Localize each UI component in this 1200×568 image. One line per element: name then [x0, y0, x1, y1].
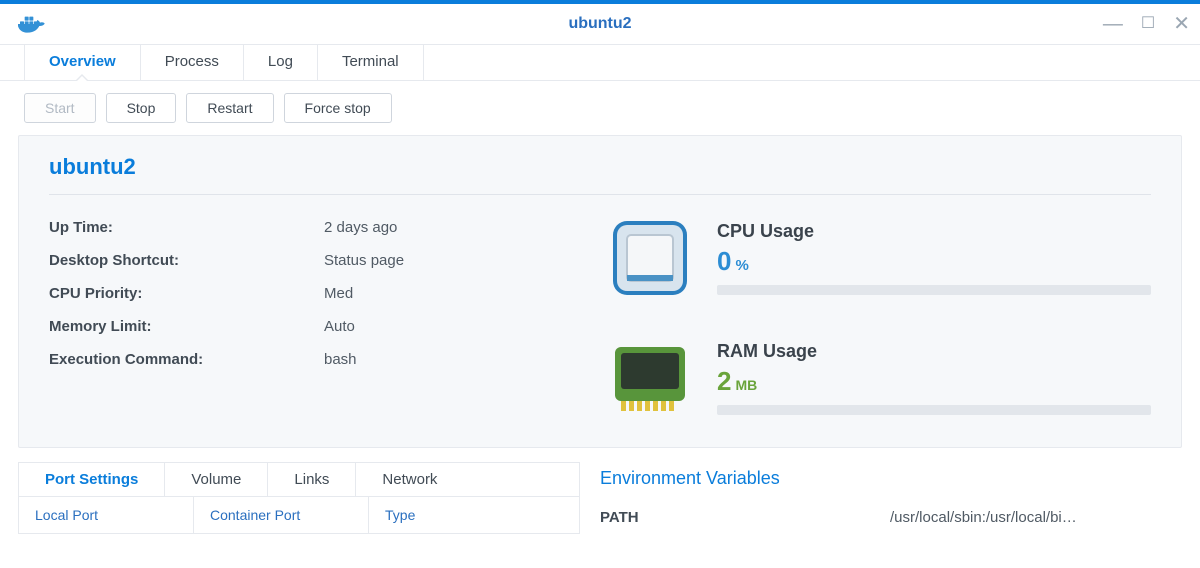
shortcut-label: Desktop Shortcut: [49, 252, 324, 269]
ram-usage: RAM Usage 2MB [609, 337, 1151, 419]
port-table: Local Port Container Port Type [18, 496, 580, 534]
env-title: Environment Variables [600, 468, 1182, 499]
minimize-icon[interactable]: — [1103, 14, 1123, 34]
port-col-container[interactable]: Container Port [194, 497, 369, 533]
overview-panel: ubuntu2 Up Time:2 days ago Desktop Short… [18, 135, 1182, 448]
bottom-section: Port Settings Volume Links Network Local… [18, 462, 1182, 536]
start-button[interactable]: Start [24, 93, 96, 123]
port-section: Port Settings Volume Links Network Local… [18, 462, 580, 536]
usage-column: CPU Usage 0% RAM Usage 2MB [609, 211, 1151, 419]
cpu-bar [717, 285, 1151, 295]
titlebar: ubuntu2 — ☐ ✕ [0, 4, 1200, 44]
priority-value: Med [324, 285, 353, 302]
ram-icon [609, 337, 691, 419]
subtab-network[interactable]: Network [356, 463, 463, 496]
port-col-type[interactable]: Type [369, 497, 579, 533]
exec-label: Execution Command: [49, 351, 324, 368]
ram-title: RAM Usage [717, 341, 1151, 362]
restart-button[interactable]: Restart [186, 93, 273, 123]
cpu-unit: % [735, 257, 748, 274]
cpu-usage: CPU Usage 0% [609, 217, 1151, 299]
env-value: /usr/local/sbin:/usr/local/bi… [890, 509, 1077, 526]
tab-log[interactable]: Log [244, 45, 318, 80]
force-stop-button[interactable]: Force stop [284, 93, 392, 123]
ram-bar [717, 405, 1151, 415]
uptime-label: Up Time: [49, 219, 324, 236]
memlimit-value: Auto [324, 318, 355, 335]
env-key: PATH [600, 509, 890, 526]
maximize-icon[interactable]: ☐ [1141, 16, 1155, 32]
docker-icon [16, 12, 48, 36]
container-name: ubuntu2 [49, 154, 1151, 195]
sub-tabs: Port Settings Volume Links Network [18, 462, 580, 496]
shortcut-value: Status page [324, 252, 404, 269]
close-icon[interactable]: ✕ [1173, 14, 1190, 34]
subtab-port[interactable]: Port Settings [19, 463, 165, 496]
subtab-volume[interactable]: Volume [165, 463, 268, 496]
main-tabs: Overview Process Log Terminal [0, 44, 1200, 81]
container-info: Up Time:2 days ago Desktop Shortcut:Stat… [49, 211, 569, 419]
cpu-value: 0 [717, 246, 731, 277]
env-section: Environment Variables PATH /usr/local/sb… [600, 462, 1182, 536]
stop-button[interactable]: Stop [106, 93, 177, 123]
tab-overview[interactable]: Overview [24, 45, 141, 80]
exec-value: bash [324, 351, 357, 368]
tab-process[interactable]: Process [141, 45, 244, 80]
subtab-links[interactable]: Links [268, 463, 356, 496]
uptime-value: 2 days ago [324, 219, 397, 236]
priority-label: CPU Priority: [49, 285, 324, 302]
cpu-icon [609, 217, 691, 299]
window-controls: — ☐ ✕ [1103, 14, 1190, 34]
cpu-title: CPU Usage [717, 221, 1151, 242]
ram-unit: MB [735, 377, 757, 393]
memlimit-label: Memory Limit: [49, 318, 324, 335]
tab-terminal[interactable]: Terminal [318, 45, 424, 80]
window-title: ubuntu2 [0, 15, 1200, 33]
env-row: PATH /usr/local/sbin:/usr/local/bi… [600, 499, 1182, 536]
port-col-local[interactable]: Local Port [19, 497, 194, 533]
ram-value: 2 [717, 366, 731, 397]
toolbar: Start Stop Restart Force stop [0, 81, 1200, 135]
